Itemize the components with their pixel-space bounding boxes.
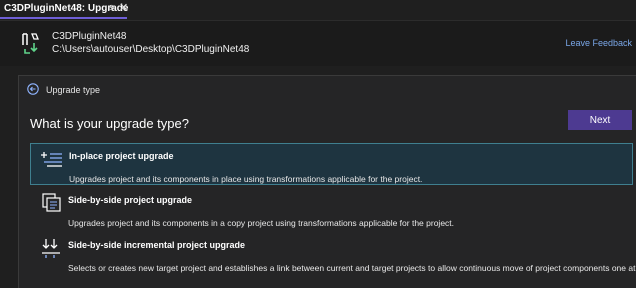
option-title: In-place project upgrade (69, 151, 174, 161)
close-icon[interactable]: ✕ (119, 2, 128, 14)
option-description: Upgrades project and its components in p… (69, 174, 423, 184)
option-side-by-side-upgrade[interactable]: Side-by-side project upgrade Upgrades pr… (30, 188, 633, 230)
option-description: Selects or creates new target project an… (68, 263, 636, 273)
project-header: C3DPluginNet48 C:\Users\autouser\Desktop… (0, 20, 636, 66)
document-tab-bar: C3DPluginNet48: Upgrade ⊕ ✕ (0, 0, 636, 19)
option-description: Upgrades project and its components in a… (68, 218, 455, 228)
page-title: What is your upgrade type? (30, 116, 189, 131)
next-button[interactable]: Next (568, 110, 632, 130)
upgrade-type-panel: Upgrade type What is your upgrade type? … (18, 75, 636, 288)
project-path: C:\Users\autouser\Desktop\C3DPluginNet48 (52, 44, 250, 55)
leave-feedback-link[interactable]: Leave Feedback (565, 38, 632, 48)
option-title: Side-by-side incremental project upgrade (68, 240, 246, 250)
option-in-place-upgrade[interactable]: In-place project upgrade Upgrades projec… (30, 143, 633, 185)
incremental-arrows-icon (42, 239, 60, 258)
sparkle-lines-icon (41, 152, 62, 167)
copy-document-icon (42, 193, 61, 212)
back-arrow-icon[interactable] (27, 83, 39, 95)
breadcrumb: Upgrade type (46, 85, 101, 95)
project-upgrade-icon (22, 33, 39, 54)
option-title: Side-by-side project upgrade (68, 195, 193, 205)
project-name: C3DPluginNet48 (52, 31, 127, 42)
pin-icon[interactable]: ⊕ (108, 3, 115, 12)
option-incremental-upgrade[interactable]: Side-by-side incremental project upgrade… (30, 233, 636, 275)
document-tab[interactable]: C3DPluginNet48: Upgrade ⊕ ✕ (0, 0, 128, 19)
